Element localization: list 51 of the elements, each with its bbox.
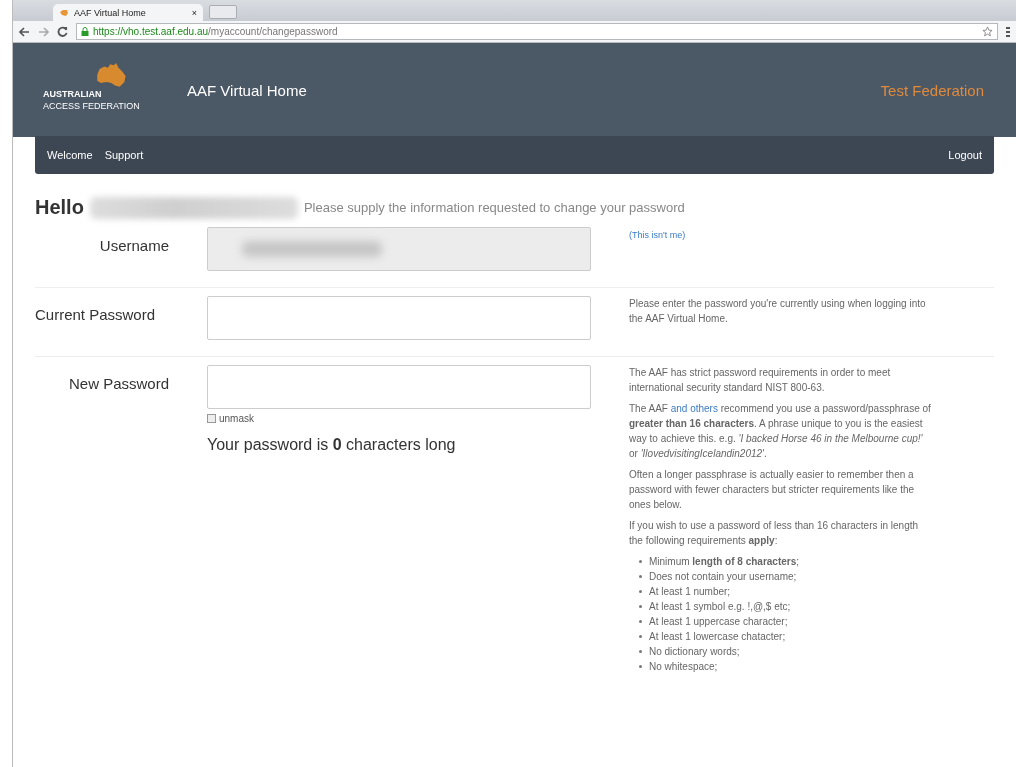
nav-link[interactable]: Welcome: [47, 149, 93, 161]
field-label: Username: [99, 236, 169, 256]
requirement-item: At least 1 symbol e.g. !,@,$ etc;: [649, 600, 791, 614]
requirement-item: Minimum length of 8 characters;: [649, 555, 800, 569]
password-field[interactable]: [207, 296, 591, 340]
bullet-icon: [639, 650, 642, 653]
field-label: Current Password: [35, 305, 156, 325]
bullet-icon: [639, 665, 642, 668]
lock-icon: [81, 27, 89, 36]
requirement-item: No dictionary words;: [649, 645, 740, 659]
new-tab-button[interactable]: [209, 5, 237, 19]
others-link[interactable]: and others: [670, 403, 718, 414]
federation-name: Test Federation: [880, 81, 984, 99]
not-me-link[interactable]: (This isn't me): [629, 230, 686, 240]
requirement-item: At least 1 number;: [649, 585, 731, 599]
password-field[interactable]: [207, 365, 591, 409]
address-bar[interactable]: https://vho.test.aaf.edu.au/myaccount/changepassword: [76, 23, 998, 40]
username-field[interactable]: [207, 227, 591, 271]
requirement-item: Does not contain your username;: [649, 570, 797, 584]
requirement-item: At least 1 lowercase chatacter;: [649, 630, 786, 644]
hello-heading: Hello: [35, 196, 84, 219]
bullet-icon: [639, 620, 642, 623]
map-icon: [59, 8, 69, 17]
field-label: New Password: [68, 374, 169, 394]
help-text: The AAF has strict password requirements in order to meet international security standard NIST 800-63.: [629, 366, 892, 395]
back-icon[interactable]: [19, 26, 30, 37]
help-text: Often a longer passphrase is actually easier to remember then a password with fewer characters but stricter requirements like the ones below.: [629, 468, 916, 512]
federation-logo[interactable]: AUSTRALIAN ACCESS FEDERATION: [43, 63, 159, 117]
site-title: AAF Virtual Home: [187, 81, 308, 99]
bullet-icon: [639, 635, 642, 638]
help-text: The AAF and others recommend you use a password/passphrase of greater than 16 characters. A phrase unique to you is the easiest way to achieve this. e.g. 'I backed Horse 46 in the Melbourne cup!' or 'IlovedvisitingIcelandin2012'.: [629, 402, 931, 461]
bullet-icon: [639, 590, 642, 593]
bullet-icon: [639, 560, 642, 563]
forward-icon[interactable]: [38, 26, 49, 37]
browser-tab[interactable]: AAF Virtual Home ×: [53, 4, 203, 21]
logout-link[interactable]: Logout: [948, 149, 982, 161]
star-icon[interactable]: [982, 26, 993, 37]
unmask-label: unmask: [219, 413, 254, 424]
help-text: If you wish to use a password of less than 16 characters in length the following requirements apply:: [629, 519, 920, 548]
help-text: Please enter the password you're currently using when logging into the AAF Virtual Home.: [629, 297, 927, 326]
page-subtitle: Please supply the information requested to change your password: [303, 200, 685, 215]
reload-icon[interactable]: [57, 26, 68, 37]
requirement-item: No whitespace;: [649, 660, 718, 674]
unmask-checkbox[interactable]: [207, 414, 216, 423]
requirement-item: At least 1 uppercase character;: [649, 615, 788, 629]
url-text: https://vho.test.aaf.edu.au/myaccount/changepassword: [93, 26, 338, 37]
bullet-icon: [639, 605, 642, 608]
menu-icon[interactable]: [1006, 26, 1010, 37]
bullet-icon: [639, 575, 642, 578]
password-length-text: Your password is 0 characters long: [207, 436, 457, 454]
nav-link[interactable]: Support: [104, 149, 144, 161]
